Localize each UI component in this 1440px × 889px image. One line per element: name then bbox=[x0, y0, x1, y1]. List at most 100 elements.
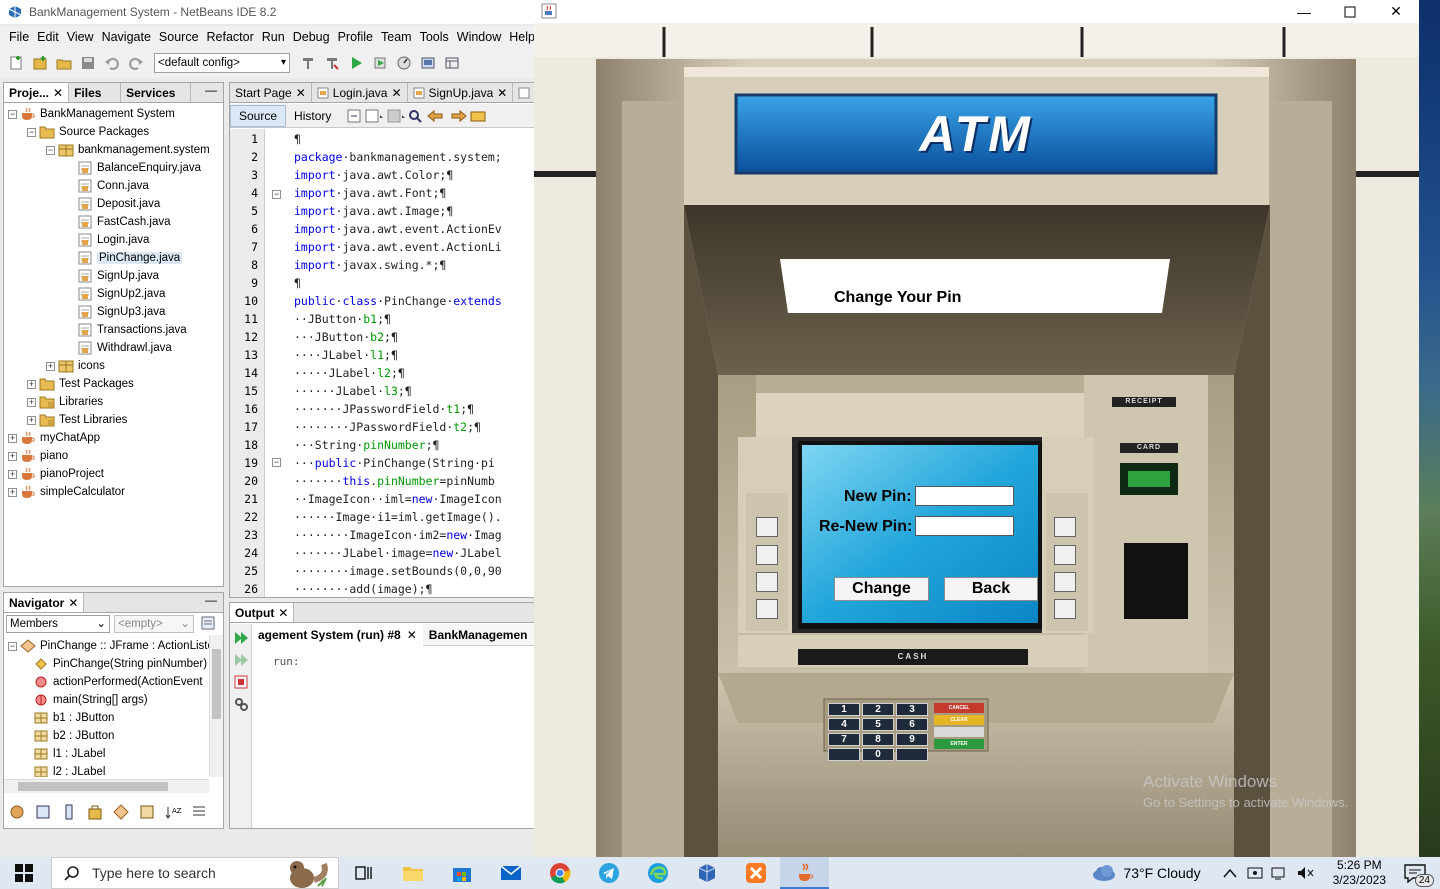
side-key-left-1[interactable] bbox=[756, 517, 778, 537]
change-button[interactable]: Change bbox=[834, 577, 929, 601]
tree-item[interactable]: Transactions.java bbox=[65, 321, 187, 339]
tree-item[interactable]: SignUp.java bbox=[65, 267, 159, 285]
run-icon[interactable] bbox=[346, 53, 366, 73]
empty-select[interactable]: <empty> ⌄ bbox=[114, 615, 194, 633]
find-previous-icon[interactable] bbox=[425, 108, 447, 124]
menu-run[interactable]: Run bbox=[258, 30, 289, 44]
code-area[interactable]: ¶ package·bankmanagement.system; import·ja… bbox=[266, 129, 535, 597]
tree-item[interactable]: + Libraries bbox=[27, 393, 103, 411]
tree-item[interactable]: + Test Packages bbox=[27, 375, 134, 393]
save-all-icon[interactable] bbox=[78, 53, 98, 73]
keypad-key[interactable] bbox=[896, 748, 928, 761]
fold-marker-icon[interactable]: − bbox=[272, 458, 284, 467]
last-edit-icon[interactable] bbox=[345, 108, 363, 124]
keypad-key[interactable]: 4 bbox=[828, 718, 860, 731]
screen-capture-icon[interactable] bbox=[418, 53, 438, 73]
collapse-icon[interactable]: − bbox=[46, 145, 55, 155]
tree-item[interactable]: + icons bbox=[46, 357, 105, 375]
tab-more[interactable] bbox=[513, 83, 535, 102]
navigator-item[interactable]: PinChange(String pinNumber) bbox=[33, 655, 207, 673]
tree-item[interactable]: − Source Packages bbox=[27, 123, 149, 141]
side-key-right-2[interactable] bbox=[1054, 545, 1076, 565]
navigator-item[interactable]: main(String[] args) bbox=[33, 691, 148, 709]
members-select[interactable]: Members ⌄ bbox=[6, 615, 110, 633]
chevron-up-icon[interactable] bbox=[1223, 868, 1237, 878]
rerun-options-icon[interactable] bbox=[233, 652, 251, 668]
weather-cloud-icon[interactable] bbox=[1091, 864, 1117, 882]
keypad-function-key[interactable]: CLEAR bbox=[934, 715, 984, 725]
side-key-right-3[interactable] bbox=[1054, 572, 1076, 592]
tree-item[interactable]: + piano bbox=[8, 447, 68, 465]
taskbar-mail[interactable] bbox=[486, 857, 535, 889]
tree-item[interactable]: BalanceEnquiry.java bbox=[65, 159, 201, 177]
close-icon[interactable]: ✕ bbox=[278, 606, 288, 620]
keypad-key[interactable]: 9 bbox=[896, 733, 928, 746]
minimize-panel-icon[interactable]: — bbox=[84, 593, 223, 612]
tree-item[interactable]: FastCash.java bbox=[65, 213, 171, 231]
side-key-right-4[interactable] bbox=[1054, 599, 1076, 619]
source-tab[interactable]: Source bbox=[230, 104, 287, 127]
back-icon[interactable] bbox=[363, 108, 385, 124]
clock[interactable]: 5:26 PM 3/23/2023 bbox=[1333, 858, 1386, 888]
menu-tools[interactable]: Tools bbox=[416, 30, 453, 44]
open-project-icon[interactable] bbox=[54, 53, 74, 73]
weather-text[interactable]: 73°F Cloudy bbox=[1123, 865, 1200, 881]
expand-icon[interactable]: + bbox=[8, 433, 17, 443]
keypad-key[interactable] bbox=[828, 748, 860, 761]
menu-debug[interactable]: Debug bbox=[289, 30, 334, 44]
close-icon[interactable]: ✕ bbox=[497, 86, 507, 100]
expand-icon[interactable]: + bbox=[46, 361, 55, 371]
tab-run-output[interactable]: agement System (run) #8 ✕ bbox=[252, 623, 423, 646]
history-tab[interactable]: History bbox=[286, 106, 339, 126]
tree-item[interactable]: + Test Libraries bbox=[27, 411, 127, 429]
navigator-item[interactable]: − PinChange :: JFrame : ActionListe bbox=[8, 637, 209, 655]
tree-item[interactable]: − BankManagement System bbox=[8, 105, 175, 123]
keypad-key[interactable]: 7 bbox=[828, 733, 860, 746]
navigator-item[interactable]: l2 : JLabel bbox=[33, 763, 105, 777]
taskbar-file-explorer[interactable] bbox=[388, 857, 437, 889]
keypad-key[interactable]: 6 bbox=[896, 718, 928, 731]
tab-navigator[interactable]: Navigator ✕ bbox=[4, 593, 85, 612]
minimize-button[interactable]: — bbox=[1281, 0, 1327, 23]
tab-login-java[interactable]: Login.java ✕ bbox=[312, 83, 408, 102]
side-key-left-3[interactable] bbox=[756, 572, 778, 592]
sort-alpha-icon[interactable]: AZ bbox=[164, 803, 182, 821]
taskbar-telegram[interactable] bbox=[584, 857, 633, 889]
menu-profile[interactable]: Profile bbox=[334, 30, 377, 44]
tree-item[interactable]: + myChatApp bbox=[8, 429, 100, 447]
menu-navigate[interactable]: Navigate bbox=[98, 30, 155, 44]
tab-files[interactable]: Files bbox=[69, 83, 122, 102]
menu-edit[interactable]: Edit bbox=[33, 30, 63, 44]
expand-icon[interactable]: + bbox=[27, 379, 36, 389]
maximize-button[interactable] bbox=[1327, 0, 1373, 23]
volume-muted-icon[interactable] bbox=[1297, 866, 1315, 880]
taskbar-store[interactable] bbox=[437, 857, 486, 889]
meet-now-icon[interactable] bbox=[1247, 866, 1263, 880]
collapse-icon[interactable]: − bbox=[27, 127, 36, 137]
menu-file[interactable]: File bbox=[5, 30, 33, 44]
menu-team[interactable]: Team bbox=[377, 30, 416, 44]
tree-item[interactable]: SignUp2.java bbox=[65, 285, 165, 303]
show-static-icon[interactable] bbox=[60, 803, 78, 821]
taskbar-java-app[interactable] bbox=[780, 857, 829, 889]
sort-source-icon[interactable] bbox=[190, 803, 208, 821]
keypad-key[interactable]: 2 bbox=[862, 703, 894, 716]
clean-build-icon[interactable] bbox=[322, 53, 342, 73]
back-button[interactable]: Back bbox=[944, 577, 1038, 601]
taskbar-xampp[interactable] bbox=[731, 857, 780, 889]
keypad-function-key[interactable]: ENTER bbox=[934, 739, 984, 749]
close-button[interactable]: ✕ bbox=[1373, 0, 1419, 23]
tree-item[interactable]: PinChange.java bbox=[65, 249, 183, 267]
keypad-function-key[interactable]: CANCEL bbox=[934, 703, 984, 713]
show-inner-classes-icon[interactable] bbox=[112, 803, 130, 821]
keypad-key[interactable]: 5 bbox=[862, 718, 894, 731]
tree-item[interactable]: Deposit.java bbox=[65, 195, 160, 213]
notification-center-button[interactable]: 24 bbox=[1404, 863, 1434, 887]
keypad-key[interactable]: 8 bbox=[862, 733, 894, 746]
start-button[interactable] bbox=[0, 857, 48, 889]
menu-refactor[interactable]: Refactor bbox=[203, 30, 258, 44]
filter-icon[interactable] bbox=[200, 615, 218, 633]
stop-icon[interactable] bbox=[233, 674, 251, 690]
expand-icon[interactable]: + bbox=[27, 397, 36, 407]
redo-icon[interactable] bbox=[126, 53, 146, 73]
